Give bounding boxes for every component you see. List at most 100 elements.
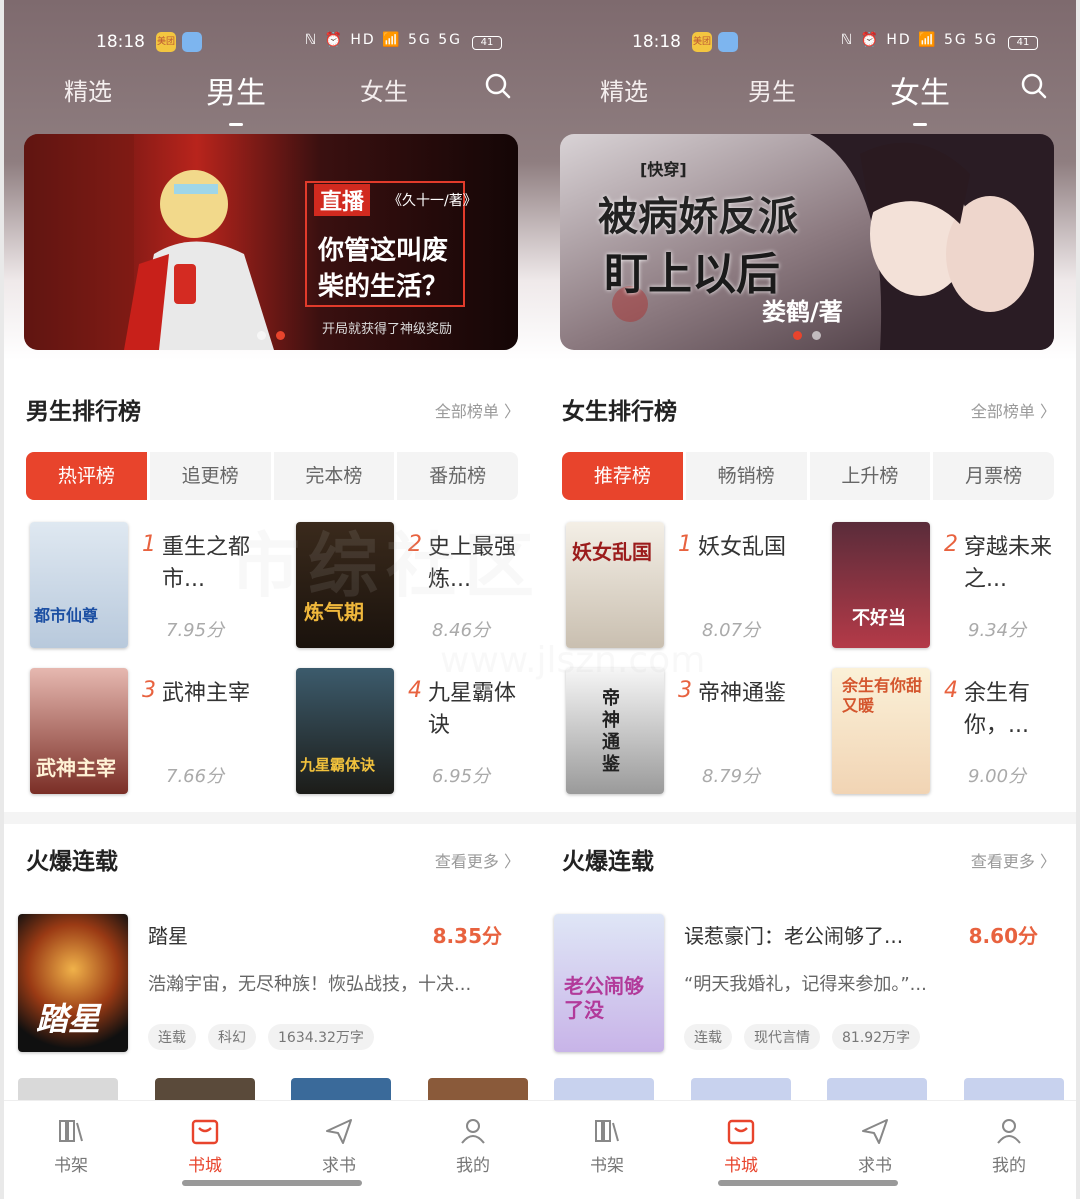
carousel-dot-active[interactable] <box>793 331 802 340</box>
rank-tab-finished[interactable]: 完本榜 <box>270 452 395 500</box>
book-score: 9.00分 <box>968 766 1027 787</box>
rank-item[interactable]: 九星霸体诀 4 九星霸体诀 6.95分 <box>290 668 540 798</box>
home-indicator[interactable] <box>182 1180 362 1186</box>
rank-tab-bestseller[interactable]: 畅销榜 <box>682 452 807 500</box>
tabbar-bookshelf[interactable]: 书架 <box>540 1101 674 1199</box>
tag-genre: 科幻 <box>208 1024 256 1050</box>
serial-section-title: 火爆连载 <box>26 849 118 875</box>
tabbar-label: 我的 <box>456 1156 490 1176</box>
rank-number: 3 <box>142 678 156 703</box>
tab-featured[interactable]: 精选 <box>600 72 648 107</box>
carousel-dot-active[interactable] <box>276 331 285 340</box>
tabbar-label: 求书 <box>322 1156 356 1176</box>
tabbar-bookshelf[interactable]: 书架 <box>4 1101 138 1199</box>
tabbar-label: 求书 <box>858 1156 892 1176</box>
tab-featured[interactable]: 精选 <box>64 72 112 107</box>
book-title: 妖女乱国 <box>698 535 787 560</box>
tabbar-label: 我的 <box>992 1156 1026 1176</box>
tab-female[interactable]: 女生 <box>360 72 408 107</box>
featured-tags: 连载 科幻 1634.32万字 <box>148 1024 374 1050</box>
featured-book[interactable]: 踏星 踏星 8.35分 浩瀚宇宙，无尽种族！恢弘战技，十决... 连载 科幻 1… <box>18 910 528 1060</box>
tag-wordcount: 1634.32万字 <box>268 1024 374 1050</box>
rank-tab-hot[interactable]: 热评榜 <box>26 452 147 500</box>
featured-score: 8.35分 <box>432 924 502 948</box>
banner-title-line2: 柴的生活？ <box>318 272 449 302</box>
screen-female: 18:18 美团 ℕ ⏰ HD 📶 5G 5G 41 精选 男生 女生 [快穿] <box>540 0 1076 1199</box>
banner-title-line1: 你管这叫废 <box>318 236 449 266</box>
rank-tab-monthly[interactable]: 月票榜 <box>930 452 1054 500</box>
rank-number: 4 <box>408 678 422 703</box>
status-time: 18:18 <box>96 32 145 52</box>
rank-section-title: 女生排行榜 <box>562 399 677 425</box>
banner-tag: [快穿] <box>640 160 687 179</box>
book-cover: 武神主宰 <box>30 668 128 794</box>
battery-icon: 41 <box>1008 36 1038 50</box>
promo-banner[interactable]: 直播 《久十一/著》 你管这叫废 柴的生活？ 开局就获得了神级奖励 <box>24 134 518 350</box>
rank-item[interactable]: 帝神通鉴 3 帝神通鉴 8.79分 <box>560 668 810 798</box>
tabbar-profile[interactable]: 我的 <box>942 1101 1076 1199</box>
search-icon[interactable] <box>1020 72 1048 100</box>
book-title: 穿越未来之... <box>964 535 1053 592</box>
book-title: 武神主宰 <box>162 681 251 706</box>
book-title: 九星霸体诀 <box>428 681 517 738</box>
see-more-link[interactable]: 查看更多 〉 <box>971 848 1056 872</box>
book-score: 8.46分 <box>432 620 491 641</box>
rank-item[interactable]: 都市仙尊 1 重生之都市... 7.95分 <box>24 522 274 652</box>
rank-tab-rising[interactable]: 上升榜 <box>806 452 931 500</box>
featured-book[interactable]: 老公闹够了没 误惹豪门：老公闹够了... 8.60分 “明天我婚礼，记得来参加。… <box>554 910 1064 1060</box>
rank-item[interactable]: 余生有你甜又暖 4 余生有你，... 9.00分 <box>826 668 1076 798</box>
promo-banner[interactable]: [快穿] 被病娇反派 盯上以后 娄鹤/著 <box>560 134 1054 350</box>
book-title: 余生有你，... <box>964 681 1031 738</box>
book-score: 6.95分 <box>432 766 491 787</box>
network-icons: ℕ ⏰ HD 📶 5G 5G <box>840 32 998 48</box>
rank-item[interactable]: 武神主宰 3 武神主宰 7.66分 <box>24 668 274 798</box>
rank-number: 4 <box>944 678 958 703</box>
all-ranks-link[interactable]: 全部榜单 〉 <box>435 398 520 422</box>
app-icon <box>182 32 202 52</box>
rank-tab-recommend[interactable]: 推荐榜 <box>562 452 683 500</box>
rank-tabs: 热评榜 追更榜 完本榜 番茄榜 <box>26 452 518 500</box>
rank-item[interactable]: 炼气期 2 史上最强炼... 8.46分 <box>290 522 540 652</box>
featured-description: “明天我婚礼，记得来参加。”... <box>684 974 927 995</box>
top-nav: 精选 男生 女生 <box>540 66 1076 126</box>
status-bar: 18:18 美团 ℕ ⏰ HD 📶 5G 5G 41 <box>540 28 1076 56</box>
tag-wordcount: 81.92万字 <box>832 1024 921 1050</box>
banner-title-line1: 被病娇反派 <box>598 194 798 240</box>
book-title: 史上最强炼... <box>428 535 517 592</box>
book-cover: 都市仙尊 <box>30 522 128 648</box>
status-time: 18:18 <box>632 32 681 52</box>
top-nav: 精选 男生 女生 <box>4 66 540 126</box>
book-cover: 余生有你甜又暖 <box>832 668 930 794</box>
all-ranks-link[interactable]: 全部榜单 〉 <box>971 398 1056 422</box>
rank-item[interactable]: 不好当 2 穿越未来之... 9.34分 <box>826 522 1076 652</box>
rank-section-title: 男生排行榜 <box>26 399 141 425</box>
carousel-dots <box>793 331 821 340</box>
tabbar-profile[interactable]: 我的 <box>406 1101 540 1199</box>
book-score: 8.79分 <box>702 766 761 787</box>
user-icon <box>997 1119 1021 1144</box>
book-score: 7.95分 <box>166 620 225 641</box>
book-cover: 九星霸体诀 <box>296 668 394 794</box>
rank-number: 1 <box>142 532 156 557</box>
rank-number: 2 <box>944 532 958 557</box>
carousel-dot[interactable] <box>812 331 821 340</box>
section-divider <box>540 812 1076 824</box>
tab-male[interactable]: 男生 <box>748 72 796 107</box>
search-icon[interactable] <box>484 72 512 100</box>
bookshelf-icon <box>595 1120 619 1142</box>
bookstore-icon <box>191 1119 219 1145</box>
tab-female[interactable]: 女生 <box>890 68 950 126</box>
tag-status: 连载 <box>684 1024 732 1050</box>
banner-author: 娄鹤/著 <box>762 298 843 326</box>
rank-tab-follow[interactable]: 追更榜 <box>146 452 271 500</box>
meituan-app-icon: 美团 <box>156 32 176 52</box>
rank-item[interactable]: 妖女乱国 1 妖女乱国 8.07分 <box>560 522 810 652</box>
tab-male[interactable]: 男生 <box>206 68 266 126</box>
rank-tab-tomato[interactable]: 番茄榜 <box>394 452 518 500</box>
section-divider <box>4 812 540 824</box>
home-indicator[interactable] <box>718 1180 898 1186</box>
carousel-dot[interactable] <box>257 331 266 340</box>
send-icon <box>326 1119 352 1144</box>
see-more-link[interactable]: 查看更多 〉 <box>435 848 520 872</box>
send-icon <box>862 1119 888 1144</box>
